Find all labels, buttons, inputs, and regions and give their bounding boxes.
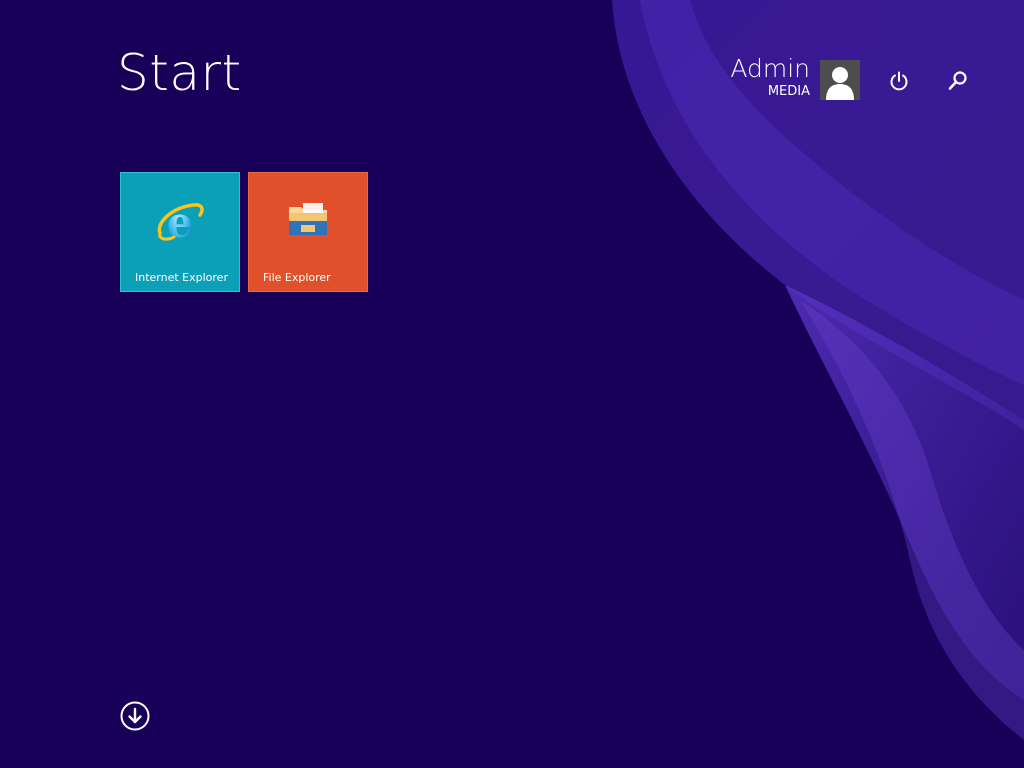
user-account[interactable]: Admin MEDIA — [730, 55, 810, 101]
user-silhouette-icon — [820, 60, 860, 100]
power-icon — [890, 71, 908, 91]
power-button[interactable] — [884, 66, 914, 96]
search-icon — [948, 71, 967, 90]
user-domain: MEDIA — [767, 84, 810, 99]
all-apps-button[interactable] — [120, 701, 150, 731]
tile-internet-explorer[interactable]: e Internet Explorer — [120, 172, 240, 292]
user-name: Admin — [730, 54, 810, 83]
file-explorer-icon — [289, 203, 327, 235]
search-button[interactable] — [943, 66, 973, 96]
arrow-down-circle-icon — [120, 701, 150, 731]
avatar[interactable] — [820, 60, 860, 100]
tile-label: Internet Explorer — [135, 271, 228, 284]
tile-file-explorer[interactable]: File Explorer — [248, 172, 368, 292]
page-title: Start — [117, 44, 242, 102]
background-swirl — [612, 0, 1024, 740]
tile-label: File Explorer — [263, 271, 331, 284]
internet-explorer-icon: e — [157, 198, 204, 247]
